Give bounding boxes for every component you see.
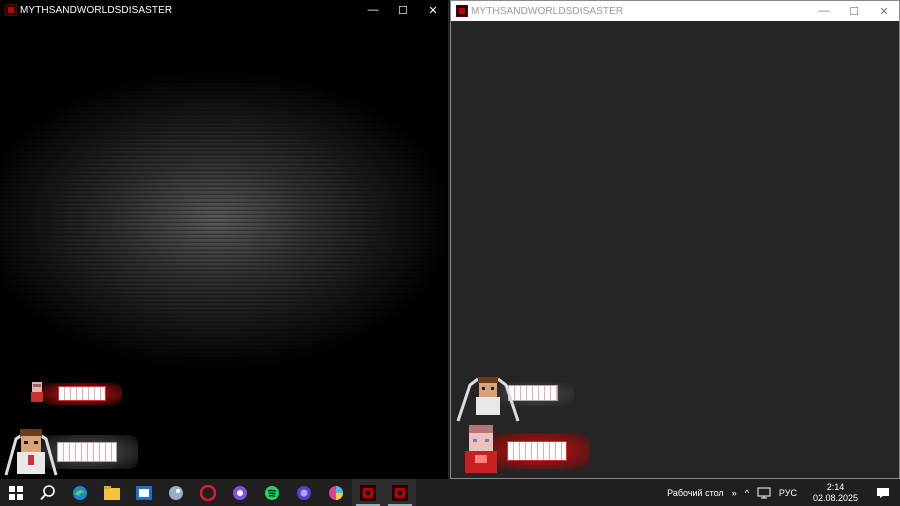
taskbar-game-window-2[interactable] [384, 479, 416, 506]
left-game-viewport[interactable] [0, 20, 448, 479]
taskbar-edge[interactable] [64, 479, 96, 506]
game-icon [360, 484, 376, 501]
chat-icon [233, 485, 247, 500]
network-icon[interactable] [757, 487, 771, 499]
taskbar-game-window-1[interactable] [352, 479, 384, 506]
start-button[interactable] [0, 479, 32, 506]
taskbar-app-bird[interactable] [160, 479, 192, 506]
left-main-player-hud [0, 425, 140, 479]
close-button[interactable]: ✕ [418, 0, 448, 20]
health-bar [507, 441, 567, 461]
clock-date: 02.08.2025 [812, 492, 858, 503]
search-icon [40, 484, 55, 500]
health-bar [58, 386, 106, 401]
taskbar-explorer[interactable] [96, 479, 128, 506]
folder-icon [104, 485, 120, 500]
system-tray: Рабочий стол » ^ РУС 2:14 02.08.2025 [663, 479, 900, 506]
health-bar [57, 442, 117, 462]
language-indicator[interactable]: РУС [779, 488, 797, 498]
character-avatar-icon [465, 425, 497, 473]
edge-icon [73, 485, 87, 500]
taskbar-app-blue[interactable] [128, 479, 160, 506]
taskbar-app-chat[interactable] [224, 479, 256, 506]
blue-square-icon [136, 485, 152, 500]
opera-icon [200, 484, 216, 501]
clock-time: 2:14 [826, 481, 845, 492]
right-small-player-hud [456, 373, 576, 425]
maximize-button[interactable]: ☐ [388, 0, 418, 20]
right-game-window[interactable]: MYTHSANDWORLDSDISASTER — ☐ ✕ [450, 0, 900, 479]
taskbar-opera[interactable] [192, 479, 224, 506]
desktop-toolbar-label[interactable]: Рабочий стол [667, 488, 724, 498]
tray-overflow-button[interactable]: ^ [745, 488, 749, 498]
minimize-button[interactable]: — [809, 1, 839, 21]
right-window-title: MYTHSANDWORLDSDISASTER [471, 5, 624, 17]
left-game-window[interactable]: MYTHSANDWORLDSDISASTER — ☐ ✕ [0, 0, 449, 479]
notification-icon[interactable] [876, 487, 890, 499]
spotify-icon [265, 485, 279, 500]
character-avatar-icon [31, 382, 43, 402]
toolbar-chevron[interactable]: » [732, 488, 737, 498]
clock[interactable]: 2:14 02.08.2025 [809, 482, 862, 504]
windows-logo-icon [9, 485, 23, 500]
left-titlebar[interactable]: MYTHSANDWORLDSDISASTER — ☐ ✕ [0, 0, 448, 20]
left-window-title: MYTHSANDWORLDSDISASTER [20, 4, 173, 16]
minimize-button[interactable]: — [358, 0, 388, 20]
right-game-viewport[interactable] [451, 21, 899, 478]
character-avatar-icon [4, 429, 58, 476]
close-button[interactable]: ✕ [869, 1, 899, 21]
taskbar-app-purple[interactable] [288, 479, 320, 506]
left-small-player-hud [28, 380, 123, 408]
color-wheel-icon [329, 485, 343, 500]
purple-icon [297, 485, 311, 500]
game-app-icon [456, 5, 468, 17]
taskbar-spotify[interactable] [256, 479, 288, 506]
right-titlebar[interactable]: MYTHSANDWORLDSDISASTER — ☐ ✕ [451, 1, 899, 21]
right-main-player-hud [461, 423, 591, 478]
game-app-icon [5, 4, 17, 16]
character-avatar-icon [456, 377, 520, 422]
maximize-button[interactable]: ☐ [839, 1, 869, 21]
taskbar-app-color[interactable] [320, 479, 352, 506]
taskbar: Рабочий стол » ^ РУС 2:14 02.08.2025 [0, 479, 900, 506]
search-button[interactable] [32, 479, 64, 506]
game-icon [392, 484, 408, 501]
bird-icon [169, 485, 183, 500]
